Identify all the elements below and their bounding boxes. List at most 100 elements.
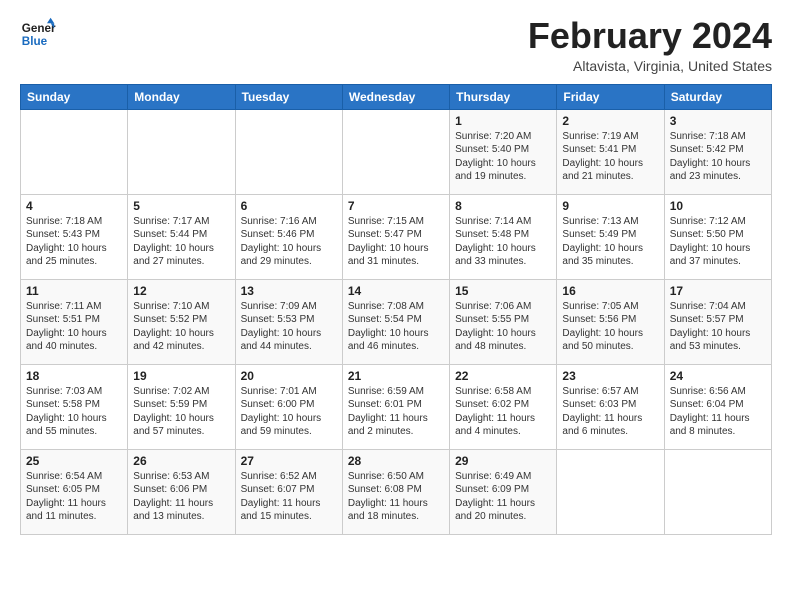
calendar-cell: 7 Sunrise: 7:15 AM Sunset: 5:47 PM Daylig… (342, 194, 449, 279)
day-number: 24 (670, 369, 766, 383)
day-number: 13 (241, 284, 337, 298)
day-number: 15 (455, 284, 551, 298)
location-title: Altavista, Virginia, United States (528, 58, 772, 74)
day-number: 26 (133, 454, 229, 468)
calendar-cell: 16 Sunrise: 7:05 AM Sunset: 5:56 PM Dayli… (557, 279, 664, 364)
day-number: 28 (348, 454, 444, 468)
cell-info-text: Sunrise: 7:01 AM Sunset: 6:00 PM Dayligh… (241, 385, 337, 439)
cell-info-text: Sunrise: 6:52 AM Sunset: 6:07 PM Dayligh… (241, 470, 337, 524)
calendar-cell: 1 Sunrise: 7:20 AM Sunset: 5:40 PM Daylig… (450, 109, 557, 194)
calendar-cell: 12 Sunrise: 7:10 AM Sunset: 5:52 PM Dayli… (128, 279, 235, 364)
calendar-cell: 4 Sunrise: 7:18 AM Sunset: 5:43 PM Daylig… (21, 194, 128, 279)
day-number: 22 (455, 369, 551, 383)
calendar-week-row: 25Sunrise: 6:54 AM Sunset: 6:05 PM Dayli… (21, 449, 772, 534)
calendar-cell: 26 Sunrise: 6:53 AM Sunset: 6:06 PM Dayli… (128, 449, 235, 534)
cell-info-text: Sunrise: 6:50 AM Sunset: 6:08 PM Dayligh… (348, 470, 444, 524)
cell-info-text: Sunrise: 7:04 AM Sunset: 5:57 PM Dayligh… (670, 300, 766, 354)
calendar-cell: 19 Sunrise: 7:02 AM Sunset: 5:59 PM Dayli… (128, 364, 235, 449)
calendar-cell: 10 Sunrise: 7:12 AM Sunset: 5:50 PM Dayli… (664, 194, 771, 279)
cell-info-text: Sunrise: 7:05 AM Sunset: 5:56 PM Dayligh… (562, 300, 658, 354)
day-number: 9 (562, 199, 658, 213)
cell-info-text: Sunrise: 6:54 AM Sunset: 6:05 PM Dayligh… (26, 470, 122, 524)
calendar-cell (128, 109, 235, 194)
day-number: 19 (133, 369, 229, 383)
calendar-cell: 3Sunrise: 7:18 AM Sunset: 5:42 PM Daylig… (664, 109, 771, 194)
weekday-header-sunday: Sunday (21, 84, 128, 109)
calendar-cell: 6 Sunrise: 7:16 AM Sunset: 5:46 PM Daylig… (235, 194, 342, 279)
cell-info-text: Sunrise: 6:53 AM Sunset: 6:06 PM Dayligh… (133, 470, 229, 524)
cell-info-text: Sunrise: 7:09 AM Sunset: 5:53 PM Dayligh… (241, 300, 337, 354)
day-number: 11 (26, 284, 122, 298)
calendar-cell: 22 Sunrise: 6:58 AM Sunset: 6:02 PM Dayli… (450, 364, 557, 449)
calendar-cell: 2 Sunrise: 7:19 AM Sunset: 5:41 PM Daylig… (557, 109, 664, 194)
calendar-cell: 23Sunrise: 6:57 AM Sunset: 6:03 PM Dayli… (557, 364, 664, 449)
day-number: 1 (455, 114, 551, 128)
day-number: 8 (455, 199, 551, 213)
calendar-cell: 5 Sunrise: 7:17 AM Sunset: 5:44 PM Daylig… (128, 194, 235, 279)
day-number: 18 (26, 369, 122, 383)
cell-info-text: Sunrise: 7:06 AM Sunset: 5:55 PM Dayligh… (455, 300, 551, 354)
cell-info-text: Sunrise: 7:08 AM Sunset: 5:54 PM Dayligh… (348, 300, 444, 354)
cell-info-text: Sunrise: 6:49 AM Sunset: 6:09 PM Dayligh… (455, 470, 551, 524)
weekday-header-wednesday: Wednesday (342, 84, 449, 109)
calendar-cell: 25Sunrise: 6:54 AM Sunset: 6:05 PM Dayli… (21, 449, 128, 534)
cell-info-text: Sunrise: 7:02 AM Sunset: 5:59 PM Dayligh… (133, 385, 229, 439)
weekday-header-tuesday: Tuesday (235, 84, 342, 109)
cell-info-text: Sunrise: 7:19 AM Sunset: 5:41 PM Dayligh… (562, 130, 658, 184)
day-number: 21 (348, 369, 444, 383)
cell-info-text: Sunrise: 6:56 AM Sunset: 6:04 PM Dayligh… (670, 385, 766, 439)
calendar-cell: 15 Sunrise: 7:06 AM Sunset: 5:55 PM Dayli… (450, 279, 557, 364)
weekday-header-monday: Monday (128, 84, 235, 109)
day-number: 10 (670, 199, 766, 213)
month-title: February 2024 (528, 16, 772, 56)
day-number: 27 (241, 454, 337, 468)
calendar-cell: 27 Sunrise: 6:52 AM Sunset: 6:07 PM Dayli… (235, 449, 342, 534)
calendar-cell: 11 Sunrise: 7:11 AM Sunset: 5:51 PM Dayli… (21, 279, 128, 364)
cell-info-text: Sunrise: 6:59 AM Sunset: 6:01 PM Dayligh… (348, 385, 444, 439)
cell-info-text: Sunrise: 7:14 AM Sunset: 5:48 PM Dayligh… (455, 215, 551, 269)
calendar-cell: 13 Sunrise: 7:09 AM Sunset: 5:53 PM Dayli… (235, 279, 342, 364)
calendar-week-row: 1 Sunrise: 7:20 AM Sunset: 5:40 PM Daylig… (21, 109, 772, 194)
day-number: 4 (26, 199, 122, 213)
day-number: 7 (348, 199, 444, 213)
calendar-cell: 29Sunrise: 6:49 AM Sunset: 6:09 PM Dayli… (450, 449, 557, 534)
calendar-cell (664, 449, 771, 534)
day-number: 6 (241, 199, 337, 213)
weekday-header-friday: Friday (557, 84, 664, 109)
cell-info-text: Sunrise: 7:12 AM Sunset: 5:50 PM Dayligh… (670, 215, 766, 269)
title-area: February 2024 Altavista, Virginia, Unite… (528, 16, 772, 74)
cell-info-text: Sunrise: 7:10 AM Sunset: 5:52 PM Dayligh… (133, 300, 229, 354)
day-number: 3 (670, 114, 766, 128)
cell-info-text: Sunrise: 7:11 AM Sunset: 5:51 PM Dayligh… (26, 300, 122, 354)
cell-info-text: Sunrise: 7:20 AM Sunset: 5:40 PM Dayligh… (455, 130, 551, 184)
day-number: 12 (133, 284, 229, 298)
day-number: 5 (133, 199, 229, 213)
calendar-cell: 14Sunrise: 7:08 AM Sunset: 5:54 PM Dayli… (342, 279, 449, 364)
cell-info-text: Sunrise: 7:16 AM Sunset: 5:46 PM Dayligh… (241, 215, 337, 269)
calendar-week-row: 4 Sunrise: 7:18 AM Sunset: 5:43 PM Daylig… (21, 194, 772, 279)
calendar-cell: 9Sunrise: 7:13 AM Sunset: 5:49 PM Daylig… (557, 194, 664, 279)
calendar-cell: 8 Sunrise: 7:14 AM Sunset: 5:48 PM Daylig… (450, 194, 557, 279)
calendar-cell: 17 Sunrise: 7:04 AM Sunset: 5:57 PM Dayli… (664, 279, 771, 364)
weekday-header-thursday: Thursday (450, 84, 557, 109)
calendar-cell: 18 Sunrise: 7:03 AM Sunset: 5:58 PM Dayli… (21, 364, 128, 449)
cell-info-text: Sunrise: 7:15 AM Sunset: 5:47 PM Dayligh… (348, 215, 444, 269)
cell-info-text: Sunrise: 6:58 AM Sunset: 6:02 PM Dayligh… (455, 385, 551, 439)
cell-info-text: Sunrise: 7:17 AM Sunset: 5:44 PM Dayligh… (133, 215, 229, 269)
calendar-cell (557, 449, 664, 534)
calendar-cell: 28 Sunrise: 6:50 AM Sunset: 6:08 PM Dayli… (342, 449, 449, 534)
svg-text:Blue: Blue (22, 35, 48, 48)
calendar-week-row: 18 Sunrise: 7:03 AM Sunset: 5:58 PM Dayli… (21, 364, 772, 449)
weekday-header-row: SundayMondayTuesdayWednesdayThursdayFrid… (21, 84, 772, 109)
calendar-cell: 21 Sunrise: 6:59 AM Sunset: 6:01 PM Dayli… (342, 364, 449, 449)
calendar-cell (235, 109, 342, 194)
day-number: 17 (670, 284, 766, 298)
calendar-cell: 24 Sunrise: 6:56 AM Sunset: 6:04 PM Dayli… (664, 364, 771, 449)
day-number: 16 (562, 284, 658, 298)
header: General Blue February 2024 Altavista, Vi… (20, 16, 772, 74)
cell-info-text: Sunrise: 7:18 AM Sunset: 5:43 PM Dayligh… (26, 215, 122, 269)
cell-info-text: Sunrise: 7:03 AM Sunset: 5:58 PM Dayligh… (26, 385, 122, 439)
day-number: 2 (562, 114, 658, 128)
day-number: 20 (241, 369, 337, 383)
day-number: 23 (562, 369, 658, 383)
